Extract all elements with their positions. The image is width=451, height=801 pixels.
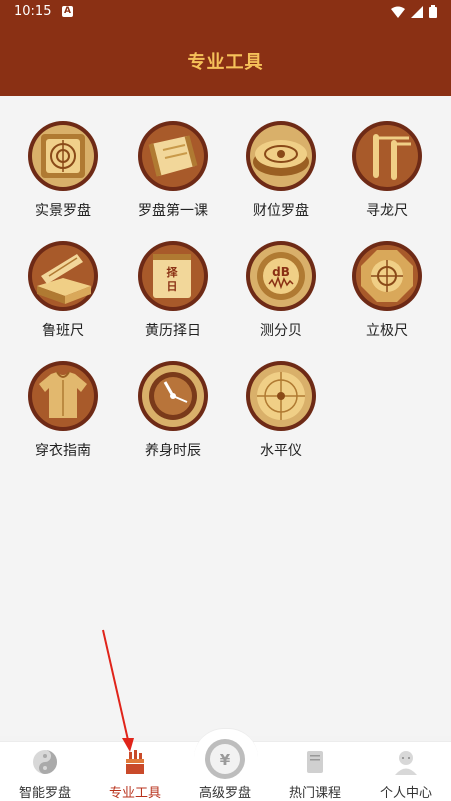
battery-icon <box>429 5 437 18</box>
page-title: 专业工具 <box>187 52 264 73</box>
nav-label: 专业工具 <box>108 786 161 801</box>
nav-icon-spacer <box>211 748 239 776</box>
decibel-text: dB <box>272 265 290 279</box>
tool-label: 罗盘第一课 <box>138 203 208 219</box>
book-icon <box>307 751 323 773</box>
tool-label: 黄历择日 <box>145 323 201 339</box>
status-indicators <box>391 5 437 18</box>
tool-label: 穿衣指南 <box>35 443 91 459</box>
tool-almanac[interactable]: 择 日 黄历择日 <box>118 240 228 340</box>
tool-label: 寻龙尺 <box>366 203 408 219</box>
person-icon <box>395 751 417 775</box>
nav-popular-courses[interactable]: 热门课程 <box>270 748 360 801</box>
signal-icon <box>411 5 423 18</box>
tool-dress-guide[interactable]: 穿衣指南 <box>8 360 118 460</box>
calendar-text-1: 择 <box>167 265 179 279</box>
decibel-icon: dB <box>246 241 316 311</box>
tool-label: 实景罗盘 <box>35 203 91 219</box>
status-bar: 10:15 A <box>0 0 451 24</box>
wifi-icon <box>391 6 405 18</box>
round-compass-icon <box>246 121 316 191</box>
tool-compass-lesson[interactable]: 罗盘第一课 <box>118 120 228 220</box>
nav-label: 智能罗盘 <box>18 786 71 801</box>
status-time: 10:15 <box>14 4 52 19</box>
tool-label: 养身时辰 <box>145 443 201 459</box>
calendar-text-2: 日 <box>167 280 178 293</box>
tool-decibel[interactable]: dB 测分贝 <box>226 240 336 340</box>
clothing-icon <box>28 361 98 431</box>
tool-liji-ruler[interactable]: 立极尺 <box>332 240 442 340</box>
calendar-icon: 择 日 <box>138 241 208 311</box>
notification-icon: A <box>62 6 73 17</box>
tools-icon <box>126 750 144 774</box>
level-icon <box>246 361 316 431</box>
tool-health-hours[interactable]: 养身时辰 <box>118 360 228 460</box>
yin-yang-icon <box>33 750 57 774</box>
tool-label: 财位罗盘 <box>253 203 309 219</box>
nav-pro-tools[interactable]: 专业工具 <box>90 748 180 801</box>
nav-label: 高级罗盘 <box>198 786 251 801</box>
tool-label: 鲁班尺 <box>42 323 84 339</box>
dowsing-rod-icon <box>352 121 422 191</box>
nav-label: 个人中心 <box>379 786 432 801</box>
tool-wealth-compass[interactable]: 财位罗盘 <box>226 120 336 220</box>
app-header: 专业工具 <box>0 24 451 96</box>
tool-luban-ruler[interactable]: 鲁班尺 <box>8 240 118 340</box>
tool-dragon-rod[interactable]: 寻龙尺 <box>332 120 442 220</box>
tool-label: 测分贝 <box>260 323 302 339</box>
tool-label: 立极尺 <box>366 323 408 339</box>
tool-live-compass[interactable]: 实景罗盘 <box>8 120 118 220</box>
nav-advanced-compass[interactable]: 高级罗盘 <box>180 748 270 801</box>
octagon-compass-icon <box>352 241 422 311</box>
nav-smart-compass[interactable]: 智能罗盘 <box>0 748 90 801</box>
scroll-icon <box>138 121 208 191</box>
nav-label: 热门课程 <box>288 786 341 801</box>
ruler-icon <box>28 241 98 311</box>
clock-icon <box>138 361 208 431</box>
tool-level[interactable]: 水平仪 <box>226 360 336 460</box>
tool-label: 水平仪 <box>260 443 302 459</box>
nav-profile[interactable]: 个人中心 <box>361 748 451 801</box>
compass-grid-icon <box>28 121 98 191</box>
